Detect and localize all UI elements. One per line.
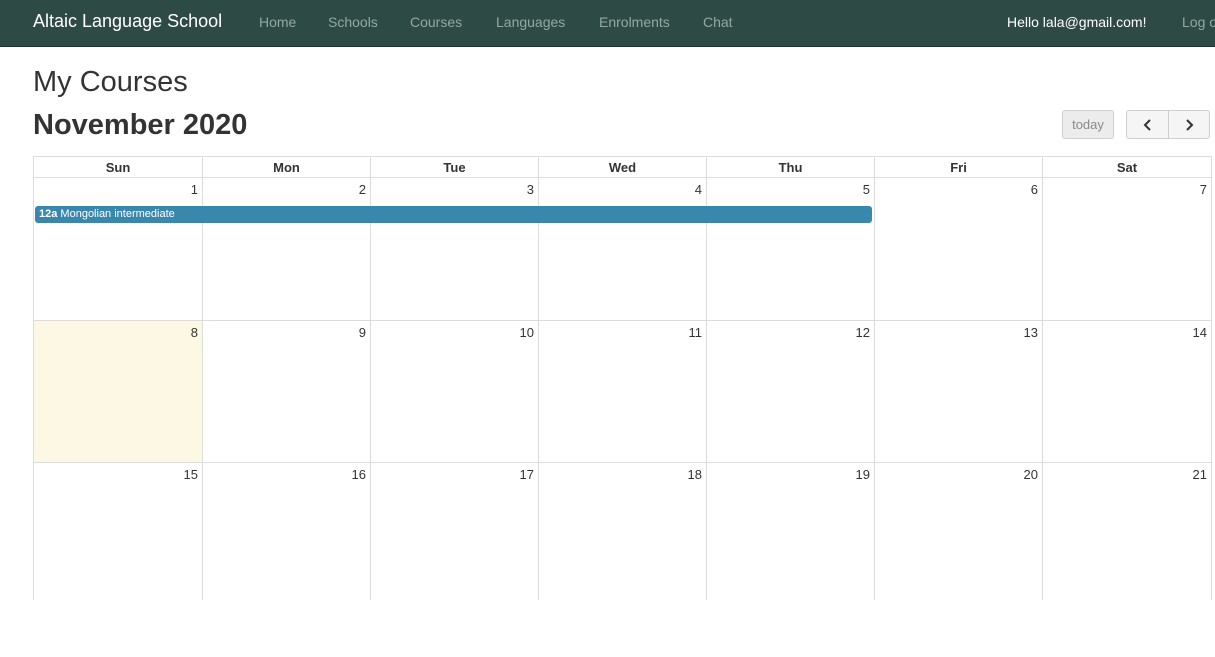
day-cell[interactable]: 16	[203, 463, 371, 600]
day-number: 5	[862, 182, 870, 197]
day-cell[interactable]: 20	[875, 463, 1043, 600]
day-cell[interactable]: 11	[539, 321, 707, 463]
day-cell[interactable]: 14	[1043, 321, 1212, 463]
day-number: 19	[855, 467, 870, 482]
nav-languages[interactable]: Languages	[496, 14, 565, 30]
weekday-header-fri: Fri	[875, 156, 1043, 178]
nav-chat[interactable]: Chat	[703, 14, 733, 30]
calendar-month-title: November 2020	[33, 109, 248, 141]
nav-enrolments[interactable]: Enrolments	[599, 14, 670, 30]
day-number: 10	[519, 325, 534, 340]
day-number: 4	[694, 182, 702, 197]
day-cell[interactable]: 15	[34, 463, 203, 600]
day-number: 16	[351, 467, 366, 482]
nav-schools[interactable]: Schools	[328, 14, 378, 30]
day-number: 20	[1023, 467, 1038, 482]
day-cell[interactable]: 2	[203, 178, 371, 321]
day-cell[interactable]: 6	[875, 178, 1043, 321]
day-number: 18	[687, 467, 702, 482]
next-month-button[interactable]	[1168, 110, 1210, 139]
day-cell[interactable]: 18	[539, 463, 707, 600]
brand-link[interactable]: Altaic Language School	[33, 11, 222, 32]
nav-home[interactable]: Home	[259, 14, 296, 30]
day-cell[interactable]: 3	[371, 178, 539, 321]
prev-month-button[interactable]	[1126, 110, 1169, 139]
weekday-header-tue: Tue	[371, 156, 539, 178]
chevron-right-icon	[1186, 118, 1194, 131]
day-number: 15	[183, 467, 198, 482]
day-cell[interactable]: 10	[371, 321, 539, 463]
day-cell[interactable]: 17	[371, 463, 539, 600]
weekday-header-thu: Thu	[707, 156, 875, 178]
page-title: My Courses	[33, 66, 188, 98]
day-number: 3	[526, 182, 534, 197]
chevron-left-icon	[1143, 118, 1151, 131]
user-greeting[interactable]: Hello lala@gmail.com!	[1007, 14, 1146, 30]
day-number: 21	[1192, 467, 1207, 482]
today-button[interactable]: today	[1062, 110, 1114, 139]
day-number: 2	[358, 182, 366, 197]
top-navbar: Altaic Language School Home Schools Cour…	[0, 0, 1215, 47]
day-cell[interactable]: 4	[539, 178, 707, 321]
day-number: 13	[1023, 325, 1038, 340]
weekday-header-sat: Sat	[1043, 156, 1212, 178]
day-number: 1	[190, 182, 198, 197]
day-number: 8	[190, 325, 198, 340]
day-cell[interactable]: 5	[707, 178, 875, 321]
day-number: 17	[519, 467, 534, 482]
day-number: 7	[1199, 182, 1207, 197]
logout-link[interactable]: Log o	[1182, 14, 1215, 30]
day-cell-today[interactable]: 8	[34, 321, 203, 463]
day-number: 9	[358, 325, 366, 340]
day-number: 11	[688, 325, 703, 340]
day-cell[interactable]: 13	[875, 321, 1043, 463]
day-number: 14	[1192, 325, 1207, 340]
day-cell[interactable]: 21	[1043, 463, 1212, 600]
day-number: 12	[855, 325, 870, 340]
day-cell[interactable]: 7	[1043, 178, 1212, 321]
course-event[interactable]: 12a Mongolian intermediate	[35, 206, 872, 223]
weekday-header-sun: Sun	[34, 156, 203, 178]
event-title: Mongolian intermediate	[60, 208, 175, 220]
day-cell[interactable]: 9	[203, 321, 371, 463]
day-number: 6	[1030, 182, 1038, 197]
weekday-header-wed: Wed	[539, 156, 707, 178]
event-time: 12a	[39, 208, 58, 220]
nav-courses[interactable]: Courses	[410, 14, 462, 30]
weekday-header-mon: Mon	[203, 156, 371, 178]
day-cell[interactable]: 12	[707, 321, 875, 463]
day-cell[interactable]: 19	[707, 463, 875, 600]
day-cell[interactable]: 1	[34, 178, 203, 321]
